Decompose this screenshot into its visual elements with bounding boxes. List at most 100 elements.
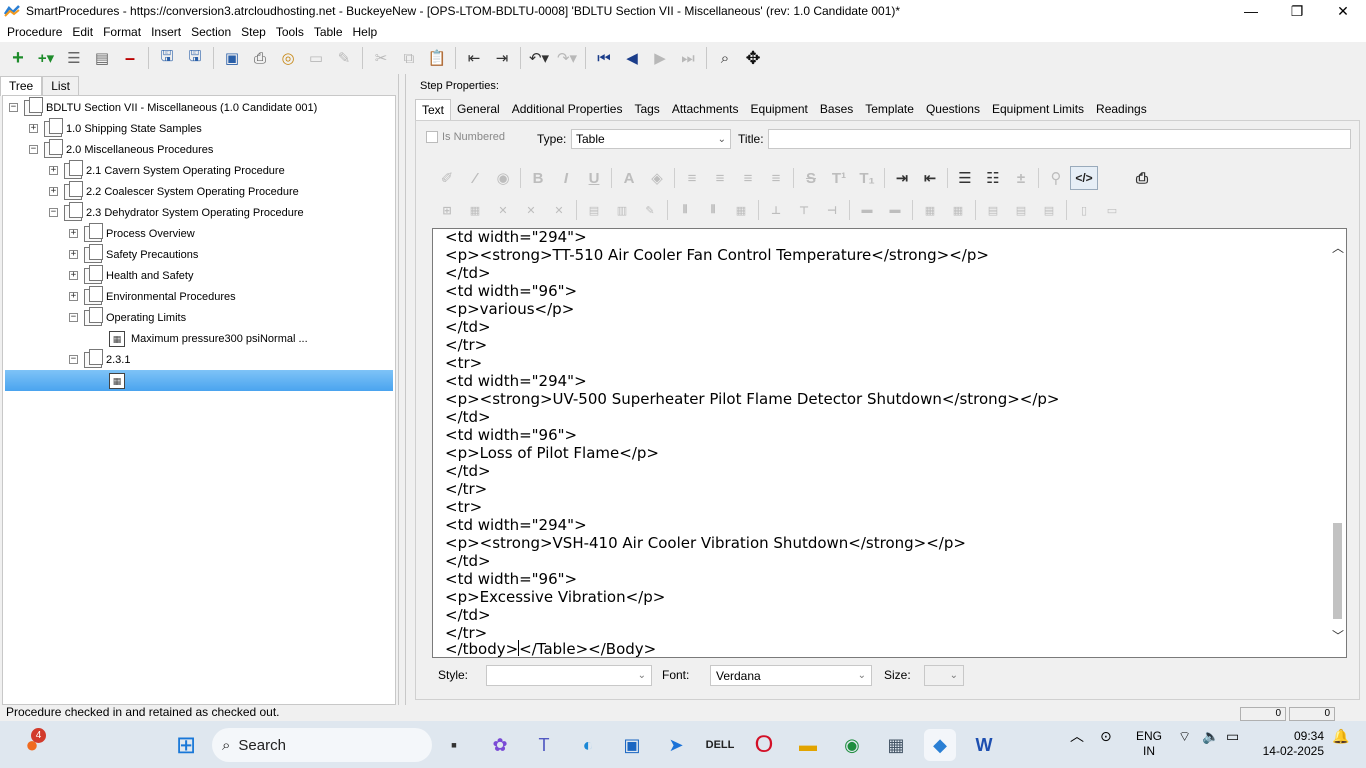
superscript-icon[interactable]: T¹ — [825, 166, 853, 190]
tab-template[interactable]: Template — [859, 99, 920, 121]
form-icon[interactable]: ▭ — [302, 45, 330, 71]
style-select[interactable]: ⌄ — [486, 665, 652, 686]
indent-right-icon[interactable]: ⇥ — [888, 166, 916, 190]
strikethrough-icon[interactable]: S — [797, 166, 825, 190]
notifications-icon[interactable]: 🔔 — [1332, 729, 1349, 744]
indent-icon[interactable]: ⇥ — [488, 45, 516, 71]
volume-icon[interactable]: 🔈 — [1202, 729, 1219, 744]
insert-row-below-icon[interactable]: ⊤ — [790, 198, 818, 222]
network-icon[interactable]: ⊙ — [1100, 729, 1112, 744]
power-automate-icon[interactable]: ➤ — [660, 729, 692, 761]
delete-col-icon[interactable]: ✕ — [545, 198, 573, 222]
collapse-icon[interactable]: − — [9, 103, 18, 112]
tab-tree[interactable]: Tree — [0, 76, 43, 96]
html-source-editor[interactable]: <td width="294"> <p><strong>TT-510 Air Co… — [432, 228, 1347, 658]
next-icon[interactable]: ▶ — [646, 45, 674, 71]
edge-icon[interactable]: ◐ — [572, 729, 604, 761]
expand-icon[interactable]: + — [69, 250, 78, 259]
copilot-icon[interactable]: ✿ — [484, 729, 516, 761]
add-icon[interactable]: + — [4, 45, 32, 71]
wifi-icon[interactable]: ⌔ — [1178, 729, 1191, 744]
expand-icon[interactable]: + — [69, 229, 78, 238]
row-props-icon[interactable]: ⊣ — [818, 198, 846, 222]
task-view-icon[interactable]: ▪ — [438, 729, 470, 761]
insert-row-above-icon[interactable]: ⊥ — [762, 198, 790, 222]
subscript-icon[interactable]: T₁ — [853, 166, 881, 190]
cut-icon[interactable]: ✂ — [367, 45, 395, 71]
checkbox-box[interactable] — [426, 131, 438, 143]
tree-node-2-3-1[interactable]: − 2.3.1 — [69, 348, 130, 370]
tab-questions[interactable]: Questions — [920, 99, 986, 121]
tab-readings[interactable]: Readings — [1090, 99, 1153, 121]
tree-node-2-0[interactable]: − 2.0 Miscellaneous Procedures — [29, 138, 213, 160]
dell-icon[interactable]: DELL — [704, 729, 736, 761]
tab-text[interactable]: Text — [415, 99, 452, 121]
pencil-icon[interactable]: ✎ — [330, 45, 358, 71]
list-detail-icon[interactable]: ▤ — [88, 45, 116, 71]
justify-icon[interactable]: ≡ — [762, 166, 790, 190]
tab-bases[interactable]: Bases — [814, 99, 859, 121]
undo-icon[interactable]: ↶▾ — [525, 45, 553, 71]
cell-border-icon[interactable]: ▦ — [944, 198, 972, 222]
insert-col-left-icon[interactable]: ⫴ — [671, 198, 699, 222]
collapse-icon[interactable]: − — [49, 208, 58, 217]
expand-icon[interactable]: + — [49, 166, 58, 175]
outdent-icon[interactable]: ⇤ — [460, 45, 488, 71]
align-center-icon[interactable]: ≡ — [706, 166, 734, 190]
spell-check-icon[interactable]: ◎ — [274, 45, 302, 71]
tree-node-environmental[interactable]: + Environmental Procedures — [69, 285, 236, 307]
show-hidden-icons[interactable]: ︿ — [1070, 729, 1084, 744]
opera-icon[interactable]: O — [748, 729, 780, 761]
expand-icon[interactable]: + — [29, 124, 38, 133]
numbered-list-icon[interactable]: ☷ — [979, 166, 1007, 190]
expand-icon[interactable]: + — [49, 187, 58, 196]
print-preview-icon[interactable]: ⎙ — [1128, 166, 1156, 190]
add-child-icon[interactable]: +▾ — [32, 45, 60, 71]
underline-icon[interactable]: U — [580, 166, 608, 190]
tab-additional-properties[interactable]: Additional Properties — [506, 99, 629, 121]
copy-icon[interactable]: ⧉ — [395, 45, 423, 71]
minimize-button[interactable]: — — [1228, 0, 1274, 22]
clock[interactable]: 09:34 14-02-2025 — [1258, 729, 1324, 759]
menu-help[interactable]: Help — [348, 25, 383, 39]
pane-splitter[interactable] — [398, 74, 406, 706]
tab-attachments[interactable]: Attachments — [666, 99, 745, 121]
menu-format[interactable]: Format — [98, 25, 146, 39]
collapse-icon[interactable]: − — [69, 313, 78, 322]
merge-cells-icon[interactable]: ▥ — [608, 198, 636, 222]
paste-icon[interactable]: 📋 — [423, 45, 451, 71]
table-props-icon[interactable]: ⊞ — [433, 198, 461, 222]
scroll-up-icon[interactable]: ︿ — [1332, 239, 1344, 256]
clear-format-icon[interactable]: ⁄ — [461, 166, 489, 190]
first-icon[interactable]: ⏮ — [590, 45, 618, 71]
menu-edit[interactable]: Edit — [67, 25, 98, 39]
tree-node-1-0[interactable]: + 1.0 Shipping State Samples — [29, 117, 202, 139]
expand-icon[interactable]: + — [69, 271, 78, 280]
menu-table[interactable]: Table — [309, 25, 348, 39]
italic-icon[interactable]: I — [552, 166, 580, 190]
smartprocedures-taskbar-icon[interactable]: ◆ — [924, 729, 956, 761]
html-source-icon[interactable]: </> — [1070, 166, 1098, 190]
language-indicator[interactable]: ENG IN — [1136, 729, 1162, 759]
valign-middle-icon[interactable]: ▤ — [1007, 198, 1035, 222]
remote-app-icon[interactable]: ▦ — [880, 729, 912, 761]
type-select[interactable]: Table ⌄ — [571, 129, 731, 149]
menu-insert[interactable]: Insert — [146, 25, 186, 39]
is-numbered-checkbox[interactable]: Is Numbered — [426, 131, 505, 143]
last-icon[interactable]: ⏭ — [674, 45, 702, 71]
cell-align-icon[interactable]: ▦ — [916, 198, 944, 222]
move-icon[interactable]: ✥ — [739, 45, 767, 71]
scroll-down-icon[interactable]: ﹀ — [1332, 627, 1344, 644]
save-icon[interactable]: 🖫 — [181, 45, 209, 71]
remove-icon[interactable]: – — [116, 45, 144, 71]
symbol-icon[interactable]: ◉ — [489, 166, 517, 190]
tree-node-selected-table-step[interactable]: ▦ — [5, 370, 393, 391]
column-width-icon[interactable]: ▯ — [1070, 198, 1098, 222]
merge-row-icon[interactable]: ▬ — [853, 198, 881, 222]
collapse-icon[interactable]: − — [29, 145, 38, 154]
format-painter-icon[interactable]: ✐ — [433, 166, 461, 190]
taskbar-search[interactable]: ⌕ Search — [212, 728, 432, 762]
size-select[interactable]: ⌄ — [924, 665, 964, 686]
tab-tags[interactable]: Tags — [628, 99, 665, 121]
split-row-icon[interactable]: ▬ — [881, 198, 909, 222]
